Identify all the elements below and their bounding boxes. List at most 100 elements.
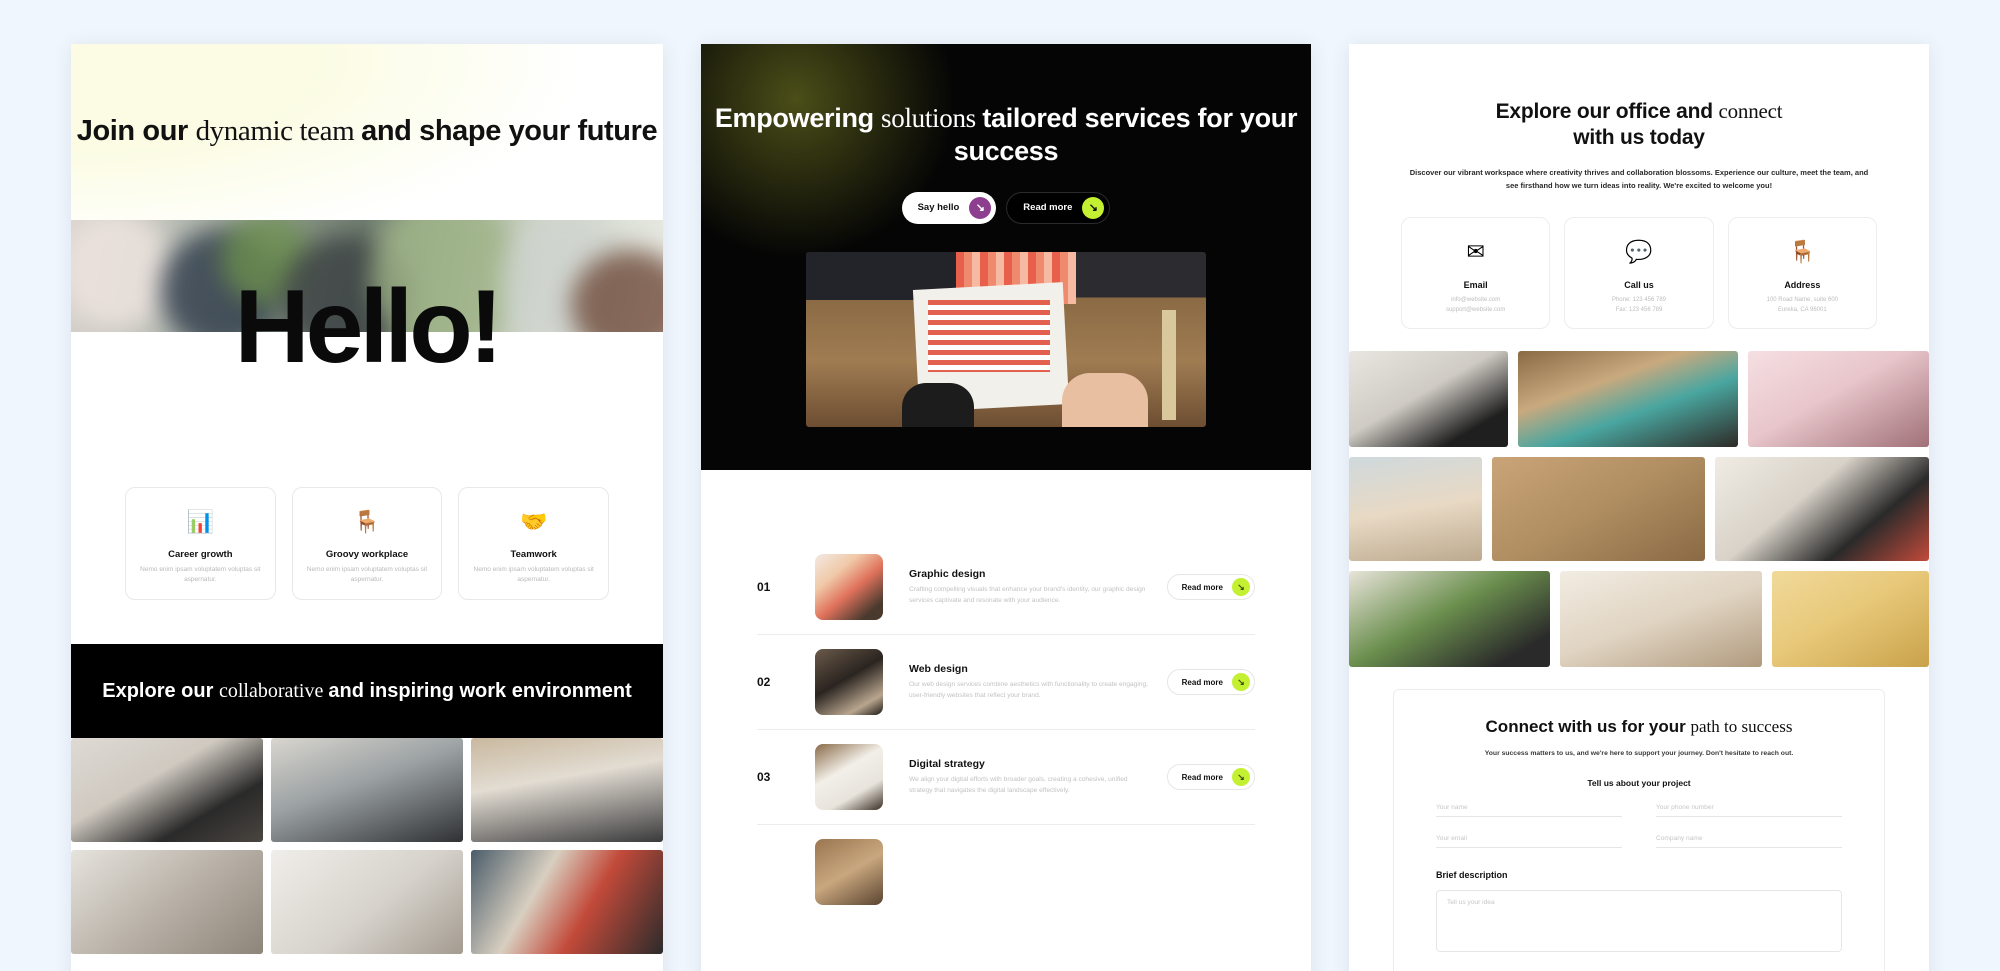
gallery-image[interactable]: [471, 849, 663, 954]
photo-ruler: [1162, 309, 1176, 420]
service-row[interactable]: [757, 825, 1255, 919]
handshake-icon: 🤝: [519, 509, 548, 534]
hello-wordmark: Hello!: [234, 269, 504, 385]
arrow-down-right-icon: ↘: [969, 196, 992, 219]
form-section-title: Tell us about your project: [1587, 778, 1691, 789]
gallery-image[interactable]: [471, 737, 663, 842]
contact-form-card: Connect with us for your path to success…: [1393, 688, 1885, 971]
benefit-card[interactable]: 🤝 Teamwork Nemo enim ipsam voluptatem vo…: [458, 487, 610, 600]
brief-description-textarea[interactable]: Tell us your idea: [1436, 890, 1842, 953]
say-hello-button[interactable]: Say hello ↘: [901, 191, 997, 224]
gallery-image[interactable]: [1349, 456, 1482, 561]
service-desc: Our web design services combine aestheti…: [909, 680, 1148, 699]
panel-careers: Join our dynamic team and shape your fut…: [71, 44, 663, 971]
gallery-image[interactable]: [1771, 570, 1929, 667]
field-your-name[interactable]: Your name: [1436, 804, 1622, 818]
contact-card-title: Address: [1784, 279, 1821, 290]
gallery-image[interactable]: [1349, 570, 1551, 667]
careers-black-band: Explore our collaborative and inspiring …: [71, 643, 663, 738]
careers-hero: Join our dynamic team and shape your fut…: [71, 44, 663, 220]
read-more-label: Read more: [1181, 582, 1223, 592]
photo-hand: [902, 382, 974, 427]
heading-part-b: connect: [1718, 99, 1783, 123]
gallery-image[interactable]: [1748, 350, 1929, 447]
benefit-card[interactable]: 📊 Career growth Nemo enim ipsam voluptat…: [125, 487, 276, 600]
photo-hand: [1062, 372, 1148, 427]
contact-header: Explore our office and connect with us to…: [1349, 44, 1929, 193]
service-thumbnail[interactable]: [815, 554, 883, 620]
gallery-image[interactable]: [1715, 456, 1929, 561]
gallery-image[interactable]: [1560, 570, 1762, 667]
heading-part-a: Empowering: [714, 103, 882, 133]
service-thumbnail[interactable]: [815, 744, 883, 810]
service-row[interactable]: 01 Graphic design Crafting compelling vi…: [757, 540, 1255, 635]
benefit-card-title: Career growth: [168, 549, 233, 560]
benefit-card-title: Teamwork: [510, 549, 557, 560]
gallery-image[interactable]: [1349, 350, 1508, 447]
panel-services: Empowering solutions tailored services f…: [701, 44, 1311, 971]
service-read-more-button[interactable]: Read more ↘: [1166, 669, 1255, 695]
phone-chat-icon: 💬: [1625, 238, 1653, 264]
service-row[interactable]: 02 Web design Our web design services co…: [757, 635, 1255, 730]
band-part-c: and inspiring work environment: [328, 679, 632, 702]
gallery-image[interactable]: [271, 849, 463, 954]
gallery-image[interactable]: [71, 849, 263, 954]
gallery-row: [1349, 350, 1929, 447]
heading-part-a: Join our: [76, 115, 196, 148]
services-hero: Empowering solutions tailored services f…: [701, 44, 1311, 470]
gallery-image[interactable]: [1517, 350, 1739, 447]
form-lead: Your success matters to us, and we're he…: [1484, 749, 1794, 757]
read-more-label: Read more: [1181, 677, 1223, 687]
panel-contact: Explore our office and connect with us to…: [1349, 44, 1929, 971]
contact-card-email[interactable]: ✉ Email info@website.com support@website…: [1401, 216, 1551, 329]
service-read-more-button[interactable]: Read more ↘: [1166, 764, 1255, 790]
service-read-more-button[interactable]: Read more ↘: [1166, 574, 1255, 600]
contact-card-address[interactable]: 🪑 Address 100 Road Name, suite 600 Eurek…: [1727, 216, 1877, 329]
contact-card-line2: Fax: 123 456 789: [1615, 306, 1663, 313]
service-number: 03: [757, 770, 771, 784]
read-more-label: Read more: [1181, 772, 1223, 782]
gallery-image[interactable]: [1491, 456, 1706, 561]
read-more-label: Read more: [1023, 202, 1073, 214]
gallery-row: [1349, 456, 1929, 561]
service-thumbnail[interactable]: [815, 649, 883, 715]
arrow-down-right-icon: ↘: [1232, 768, 1250, 786]
services-hero-photo: [806, 251, 1206, 427]
contact-info-cards: ✉ Email info@website.com support@website…: [1349, 193, 1929, 329]
hello-wordmark-area: Hello!: [71, 275, 663, 482]
service-row[interactable]: 03 Digital strategy We align your digita…: [757, 730, 1255, 825]
heading-part-b: dynamic team: [195, 115, 362, 148]
form-heading-part-a: Connect with us for your: [1485, 716, 1691, 736]
envelope-icon: ✉: [1466, 238, 1485, 264]
contact-gallery: [1349, 329, 1929, 667]
careers-gallery-row-1: [71, 737, 663, 842]
screenshot-stage: Join our dynamic team and shape your fut…: [0, 0, 2000, 971]
field-your-phone[interactable]: Your phone number: [1656, 804, 1842, 818]
contact-card-line1: 100 Road Name, suite 600: [1766, 296, 1839, 303]
heading-part-c: with us today: [1573, 126, 1705, 150]
heading-part-c: and shape your future: [361, 115, 658, 148]
benefit-card[interactable]: 🪑 Groovy workplace Nemo enim ipsam volup…: [291, 487, 443, 600]
service-body: Web design Our web design services combi…: [883, 663, 1167, 702]
careers-heading: Join our dynamic team and shape your fut…: [77, 115, 658, 149]
arrow-down-right-icon: ↘: [1232, 578, 1250, 596]
field-company-name[interactable]: Company name: [1656, 835, 1842, 849]
service-number: 02: [757, 675, 771, 689]
gallery-image[interactable]: [271, 737, 463, 842]
form-heading-part-b: path to success: [1690, 716, 1793, 736]
services-heading: Empowering solutions tailored services f…: [701, 102, 1311, 168]
benefit-card-desc: Nemo enim ipsam voluptatem voluptas sit …: [140, 566, 261, 583]
read-more-button[interactable]: Read more ↘: [1006, 191, 1111, 224]
service-title: Graphic design: [909, 567, 986, 580]
contact-card-call[interactable]: 💬 Call us Phone: 123 456 789 Fax: 123 45…: [1564, 216, 1714, 329]
contact-card-line1: Phone: 123 456 789: [1611, 296, 1667, 303]
hero-button-row: Say hello ↘ Read more ↘: [901, 191, 1111, 224]
service-thumbnail[interactable]: [815, 839, 883, 905]
gallery-image[interactable]: [71, 737, 263, 842]
contact-lead: Discover our vibrant workspace where cre…: [1409, 167, 1869, 191]
field-your-email[interactable]: Your email: [1436, 835, 1622, 849]
service-title: Digital strategy: [909, 757, 985, 770]
desk-chair-icon: 🪑: [353, 509, 381, 534]
say-hello-label: Say hello: [917, 202, 960, 214]
gallery-row: [1349, 570, 1929, 667]
